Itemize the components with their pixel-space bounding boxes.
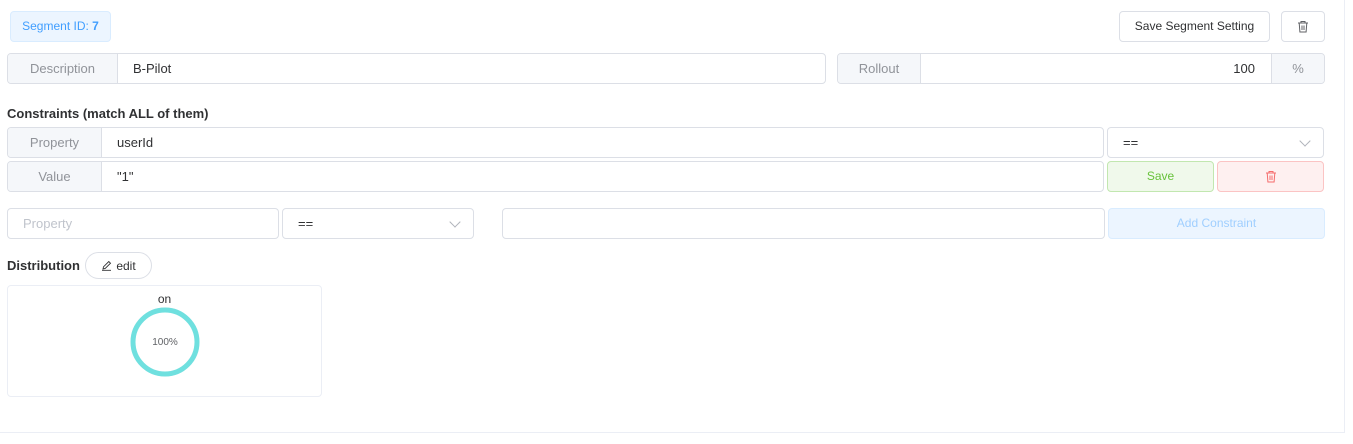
description-input-group: Description B-Pilot (7, 53, 826, 84)
chevron-down-icon (1299, 134, 1311, 147)
new-constraint-value-input[interactable] (502, 208, 1105, 239)
segment-panel: Segment ID: 7 Save Segment Setting Descr… (0, 0, 1345, 433)
constraint-value-input[interactable]: "1" (102, 162, 1103, 191)
variant-name: on (157, 292, 172, 306)
rollout-unit: % (1271, 54, 1324, 83)
edit-label: edit (116, 258, 136, 273)
segment-id-label: Segment ID: (22, 19, 89, 33)
constraint-value-group: Value "1" (7, 161, 1104, 192)
description-input[interactable]: B-Pilot (118, 54, 825, 83)
constraint-operator-value: == (1123, 135, 1139, 150)
variant-percent: 100% (152, 337, 178, 348)
segment-id-value: 7 (92, 19, 99, 33)
constraint-property-label: Property (8, 128, 102, 157)
delete-constraint-button[interactable] (1217, 161, 1324, 192)
description-label: Description (8, 54, 118, 83)
save-constraint-button[interactable]: Save (1107, 161, 1214, 192)
constraint-property-input[interactable]: userId (102, 128, 1103, 157)
constraint-property-group: Property userId (7, 127, 1104, 158)
constraint-value-label: Value (8, 162, 102, 191)
rollout-label: Rollout (838, 54, 921, 83)
new-constraint-operator-value: == (298, 216, 314, 231)
trash-icon (1265, 171, 1276, 183)
new-constraint-operator-select[interactable]: == (282, 208, 474, 239)
delete-segment-button[interactable] (1281, 11, 1325, 42)
save-segment-setting-button[interactable]: Save Segment Setting (1119, 11, 1270, 42)
segment-id-badge: Segment ID: 7 (10, 11, 111, 42)
add-constraint-button[interactable]: Add Constraint (1108, 208, 1325, 239)
distribution-title: Distribution (7, 258, 80, 273)
constraint-operator-select[interactable]: == (1107, 127, 1324, 158)
distribution-progress-ring: 100% (130, 307, 200, 377)
pencil-icon (102, 260, 112, 271)
edit-distribution-button[interactable]: edit (85, 252, 152, 279)
trash-icon (1298, 21, 1308, 33)
constraints-title: Constraints (match ALL of them) (7, 106, 209, 121)
distribution-card: on 100% (7, 285, 322, 397)
rollout-input-group: Rollout 100 % (837, 53, 1325, 84)
new-constraint-property-input[interactable] (7, 208, 279, 239)
rollout-input[interactable]: 100 (921, 54, 1271, 83)
chevron-down-icon (449, 215, 461, 228)
